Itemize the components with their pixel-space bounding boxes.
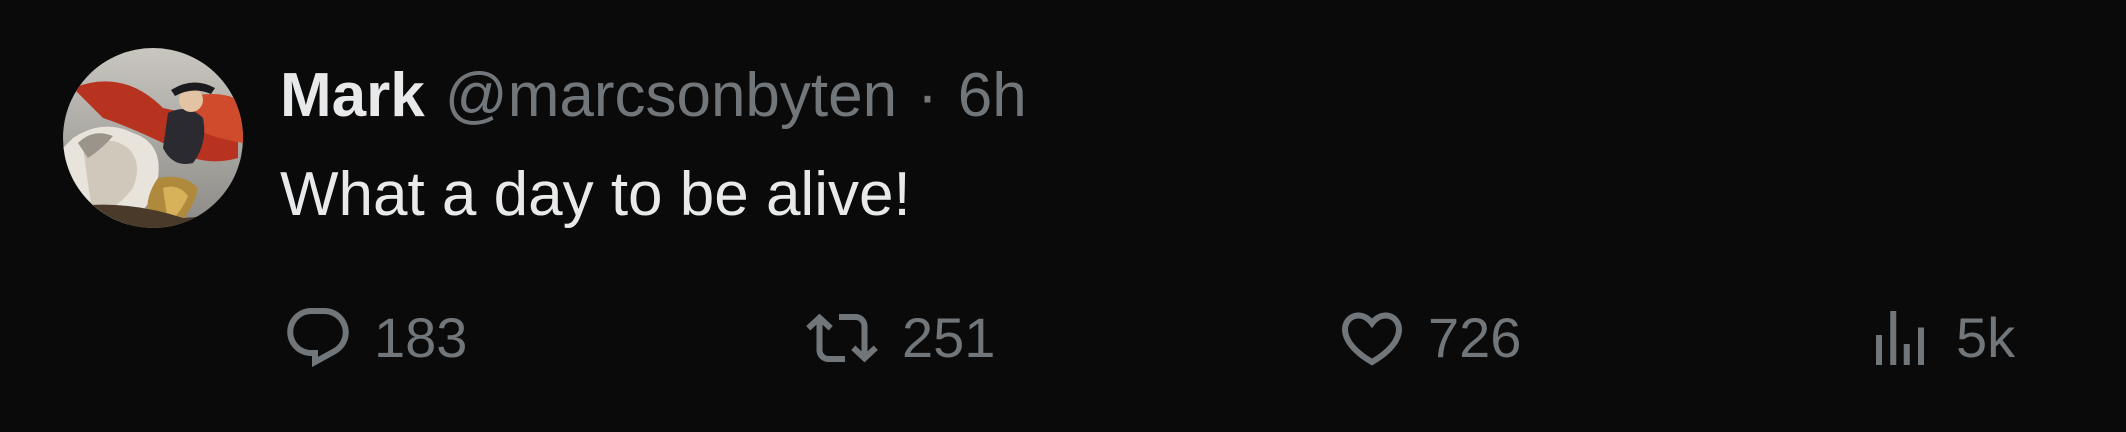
user-handle[interactable]: @marcsonbyten (445, 56, 897, 136)
avatar-painting-icon (63, 48, 243, 228)
tweet-text: What a day to be alive! (280, 160, 911, 229)
heart-icon (1336, 302, 1408, 374)
reply-icon (282, 302, 354, 374)
tweet-header: Mark @marcsonbyten · 6h (280, 56, 1027, 136)
views-button[interactable]: 5k (1864, 295, 2015, 381)
display-name[interactable]: Mark (280, 56, 425, 136)
views-count: 5k (1956, 306, 2016, 369)
separator-dot: · (917, 61, 938, 130)
retweet-count: 251 (902, 306, 996, 369)
like-button[interactable]: 726 (1336, 295, 1521, 381)
like-count: 726 (1428, 306, 1522, 369)
timestamp[interactable]: 6h (958, 56, 1027, 136)
tweet[interactable]: Mark @marcsonbyten · 6h What a day to be… (0, 0, 2126, 432)
retweet-button[interactable]: 251 (802, 295, 995, 381)
avatar[interactable] (63, 48, 243, 228)
reply-button[interactable]: 183 (282, 295, 467, 381)
retweet-icon (802, 302, 882, 374)
views-icon (1864, 302, 1936, 374)
reply-count: 183 (374, 306, 468, 369)
tweet-actions: 183 251 726 5k (0, 295, 2126, 381)
